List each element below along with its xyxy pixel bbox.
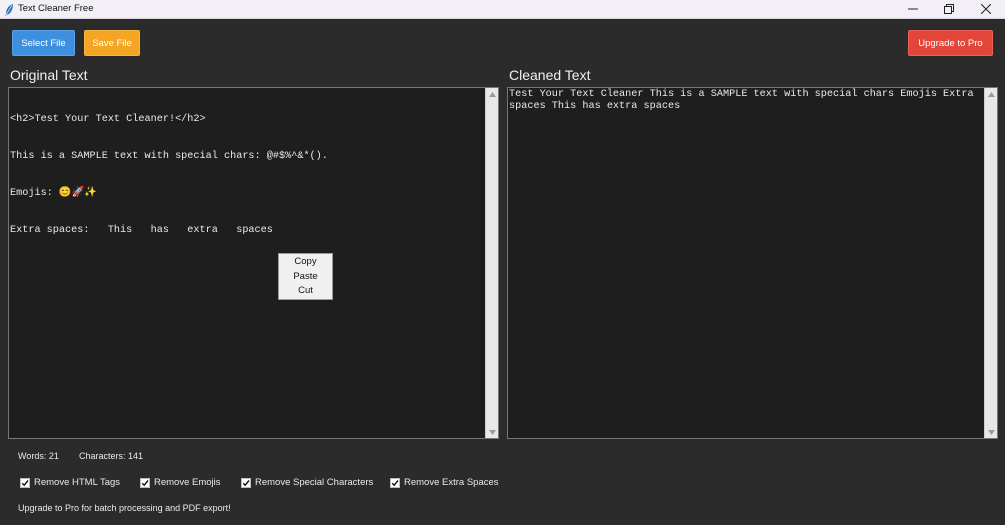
context-menu: Copy Paste Cut — [278, 253, 333, 300]
option-label: Remove Extra Spaces — [404, 477, 499, 488]
cleaned-text-area[interactable]: Test Your Text Cleaner This is a SAMPLE … — [507, 87, 998, 439]
option-remove-special-characters[interactable]: Remove Special Characters — [241, 476, 373, 489]
restore-icon — [944, 4, 954, 14]
scroll-up-arrow-icon[interactable] — [985, 88, 997, 100]
close-button[interactable] — [968, 0, 1004, 18]
original-text-content: <h2>Test Your Text Cleaner!</h2> This is… — [10, 89, 485, 263]
checkmark-icon — [141, 479, 149, 486]
checkbox[interactable] — [390, 477, 400, 488]
minimize-button[interactable] — [895, 0, 931, 18]
title-bar: Text Cleaner Free — [0, 0, 1005, 19]
word-count: Words: 21 — [18, 451, 59, 461]
original-text-area[interactable]: <h2>Test Your Text Cleaner!</h2> This is… — [8, 87, 499, 439]
restore-button[interactable] — [931, 0, 967, 18]
menu-item-cut[interactable]: Cut — [279, 284, 332, 299]
option-remove-extra-spaces[interactable]: Remove Extra Spaces — [390, 476, 499, 489]
character-count: Characters: 141 — [79, 451, 144, 461]
checkbox[interactable] — [241, 477, 251, 488]
upgrade-to-pro-button[interactable]: Upgrade to Pro — [908, 30, 993, 56]
select-file-button[interactable]: Select File — [12, 30, 75, 56]
scroll-up-arrow-icon[interactable] — [486, 88, 498, 100]
option-label: Remove HTML Tags — [34, 477, 121, 488]
feather-icon — [3, 2, 15, 16]
save-file-button[interactable]: Save File — [84, 30, 140, 56]
text-line: <h2>Test Your Text Cleaner!</h2> — [10, 113, 206, 125]
cleaned-scrollbar[interactable] — [984, 88, 997, 438]
text-line: Emojis: 😊🚀✨ — [10, 188, 97, 200]
checkmark-icon — [391, 479, 399, 486]
original-text-label: Original Text — [10, 67, 88, 83]
checkbox[interactable] — [20, 477, 30, 488]
scroll-down-arrow-icon[interactable] — [985, 426, 997, 438]
minimize-icon — [908, 8, 918, 10]
window-title: Text Cleaner Free — [18, 3, 94, 14]
scroll-down-arrow-icon[interactable] — [486, 426, 498, 438]
menu-item-copy[interactable]: Copy — [279, 255, 332, 270]
checkbox[interactable] — [140, 477, 150, 488]
cleaned-text-content: Test Your Text Cleaner This is a SAMPLE … — [509, 89, 974, 113]
checkmark-icon — [242, 479, 250, 486]
option-label: Remove Emojis — [154, 477, 221, 488]
text-line: Extra spaces: This has extra spaces — [10, 225, 273, 237]
original-scrollbar[interactable] — [485, 88, 498, 438]
upgrade-promo-text: Upgrade to Pro for batch processing and … — [18, 503, 231, 513]
option-label: Remove Special Characters — [255, 477, 374, 488]
cleaned-text-label: Cleaned Text — [509, 67, 591, 83]
checkmark-icon — [21, 479, 29, 486]
option-remove-emojis[interactable]: Remove Emojis — [140, 476, 221, 489]
menu-item-paste[interactable]: Paste — [279, 270, 332, 285]
option-remove-html-tags[interactable]: Remove HTML Tags — [20, 476, 120, 489]
close-icon — [981, 4, 991, 14]
text-line: This is a SAMPLE text with special chars… — [10, 151, 328, 163]
